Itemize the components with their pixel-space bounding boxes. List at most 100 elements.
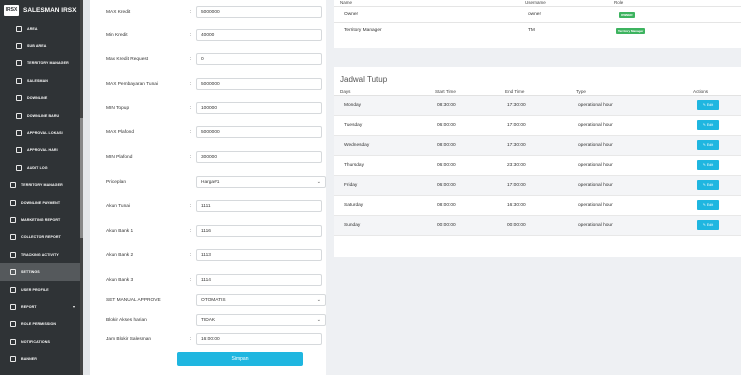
sidebar-item-salesman[interactable]: SALESMAN (0, 72, 83, 89)
table-row: Thursday 06:00:00 23:30:00 operational h… (334, 156, 741, 176)
user-name: Territory Manager (344, 28, 382, 33)
content-gutter (83, 0, 90, 375)
edit-icon: ✎ (702, 203, 706, 207)
sidebar-item-label: NOTIFICATIONS (21, 339, 50, 344)
edit-button[interactable]: ✎ Edit (697, 220, 719, 230)
jadwal-tutup-card: Jadwal Tutup Days Start Time End Time Ty… (334, 67, 741, 257)
edit-icon: ✎ (702, 123, 706, 127)
sidebar-item-notifications[interactable]: NOTIFICATIONS (0, 333, 83, 350)
sidebar-item-audit-log[interactable]: AUDIT LOG (0, 159, 83, 176)
brand-title: SALESMAN IRSX (23, 6, 77, 14)
day-cell: Monday (344, 103, 362, 108)
akun-tunai-input[interactable]: 1111 (196, 200, 322, 212)
day-cell: Wednesday (344, 143, 370, 148)
field-label: MIN Plafond (106, 154, 133, 160)
edit-icon: ✎ (702, 143, 706, 147)
field-label: MIN Topup (106, 105, 130, 111)
field-label: Min Kredit (106, 32, 128, 38)
settings-form: MAX Kredit:5000000 Min Kredit:40000 Max … (90, 0, 326, 375)
sidebar-item-territory-manager-main[interactable]: TERRITORY MANAGER (0, 177, 83, 194)
table-row: Saturday 08:00:00 16:30:00 operational h… (334, 196, 741, 216)
type-cell: operational hour (578, 163, 613, 168)
edit-button[interactable]: ✎ Edit (697, 100, 719, 110)
sidebar-item-label: TRACKING ACTIVITY (21, 252, 59, 257)
manual-approve-value: OTOMATIS (201, 297, 226, 303)
sidebar-item-tracking-activity[interactable]: TRACKING ACTIVITY (0, 246, 83, 263)
end-time-cell: 17:30:00 (507, 143, 526, 148)
edit-label: Edit (706, 123, 714, 127)
min-plafond-input[interactable]: 300000 (196, 151, 322, 163)
jam-blokir-input[interactable]: 16:00:00 (196, 333, 322, 345)
sidebar-item-report[interactable]: REPORT ▾ (0, 298, 83, 315)
layers-icon (16, 43, 22, 50)
user-icon (10, 286, 16, 293)
form-row: Jam Blokir Salesman:16:00:00 (106, 333, 322, 345)
save-button[interactable]: Simpan (177, 352, 303, 366)
location-icon (16, 130, 22, 137)
form-row: MAX Plafond:5000000 (106, 126, 322, 138)
log-icon (16, 164, 22, 171)
start-time-cell: 08:00:00 (437, 143, 456, 148)
form-row: Akun Bank 1:1116 (106, 225, 322, 237)
type-cell: operational hour (578, 203, 613, 208)
sidebar-item-role-permission[interactable]: ROLE PERMISSION (0, 316, 83, 333)
edit-button[interactable]: ✎ Edit (697, 140, 719, 150)
field-label: MAX Pembayaran Tunai (106, 81, 158, 87)
edit-label: Edit (706, 103, 714, 107)
field-label: Akun Bank 3 (106, 277, 134, 283)
user-plus-icon (16, 112, 22, 119)
day-cell: Friday (344, 183, 358, 188)
sidebar-item-sub-area[interactable]: SUB AREA (0, 37, 83, 54)
akun-bank-2-input[interactable]: 1113 (196, 249, 322, 261)
brand[interactable]: IRSX SALESMAN IRSX (0, 0, 83, 20)
max-kredit-request-input[interactable]: 0 (196, 53, 322, 65)
sidebar-item-downline-payment[interactable]: DOWNLINE PAYMENT (0, 194, 83, 211)
sidebar-item-area[interactable]: AREA (0, 20, 83, 37)
edit-button[interactable]: ✎ Edit (697, 200, 719, 210)
sidebar-item-collector-report[interactable]: COLLECTOR REPORT (0, 229, 83, 246)
column-header: Username (525, 0, 546, 5)
sidebar-item-label: TERRITORY MANAGER (21, 183, 63, 188)
priceplan-select[interactable]: Harga#1 ⌄ (196, 176, 326, 188)
end-time-cell: 17:00:00 (507, 183, 526, 188)
min-topup-input[interactable]: 100000 (196, 102, 322, 114)
table-row[interactable]: Territory Manager TM Territory Manager (334, 22, 741, 38)
sidebar-item-approval-hari[interactable]: APPROVAL HARI (0, 142, 83, 159)
sidebar-item-territory-manager[interactable]: TERRITORY MANAGER (0, 55, 83, 72)
form-row: MAX Pembayaran Tunai:5000000 (106, 78, 322, 90)
sidebar-item-downline-baru[interactable]: DOWNLINE BARU (0, 107, 83, 124)
sidebar-item-label: MARKETING REPORT (21, 217, 61, 222)
max-pembayaran-tunai-input[interactable]: 5000000 (196, 78, 322, 90)
chevron-down-icon: ⌄ (316, 179, 321, 185)
min-kredit-input[interactable]: 40000 (196, 29, 322, 41)
akun-bank-1-input[interactable]: 1116 (196, 225, 322, 237)
sidebar-item-settings[interactable]: SETTINGS (0, 263, 83, 281)
user-tie-icon (10, 182, 16, 189)
sidebar-nav: AREA SUB AREA TERRITORY MANAGER SALESMAN… (0, 20, 83, 368)
max-kredit-input[interactable]: 5000000 (196, 6, 322, 18)
sidebar-item-user-profile[interactable]: USER PROFILE (0, 281, 83, 298)
edit-icon: ✎ (702, 163, 706, 167)
sidebar-item-downline[interactable]: DOWNLINE (0, 90, 83, 107)
sidebar-item-approval-lokasi[interactable]: APPROVAL LOKASI (0, 124, 83, 141)
edit-label: Edit (706, 143, 714, 147)
table-row[interactable]: Owner owner OWNER (334, 6, 741, 22)
start-time-cell: 08:30:00 (437, 103, 456, 108)
manual-approve-select[interactable]: OTOMATIS ⌄ (196, 294, 326, 306)
table-row: Friday 06:00:00 17:00:00 operational hou… (334, 176, 741, 196)
edit-button[interactable]: ✎ Edit (697, 180, 719, 190)
form-row: Priceplan Harga#1 ⌄ (106, 176, 326, 188)
column-header: Actions (693, 89, 709, 94)
table-row: Sunday 00:00:00 00:00:00 operational hou… (334, 216, 741, 236)
sidebar-item-banner[interactable]: BANNER (0, 350, 83, 367)
sidebar-item-marketing-report[interactable]: MARKETING REPORT (0, 211, 83, 228)
edit-button[interactable]: ✎ Edit (697, 120, 719, 130)
max-plafond-input[interactable]: 5000000 (196, 126, 322, 138)
sidebar-item-label: SETTINGS (21, 270, 40, 275)
akun-bank-3-input[interactable]: 1114 (196, 274, 322, 286)
start-time-cell: 08:00:00 (437, 203, 456, 208)
blokir-akses-select[interactable]: TIDAK ⌄ (196, 314, 326, 326)
table-row: Tuesday 06:00:00 17:00:00 operational ho… (334, 116, 741, 136)
column-header: Role (614, 0, 624, 5)
edit-button[interactable]: ✎ Edit (697, 160, 719, 170)
